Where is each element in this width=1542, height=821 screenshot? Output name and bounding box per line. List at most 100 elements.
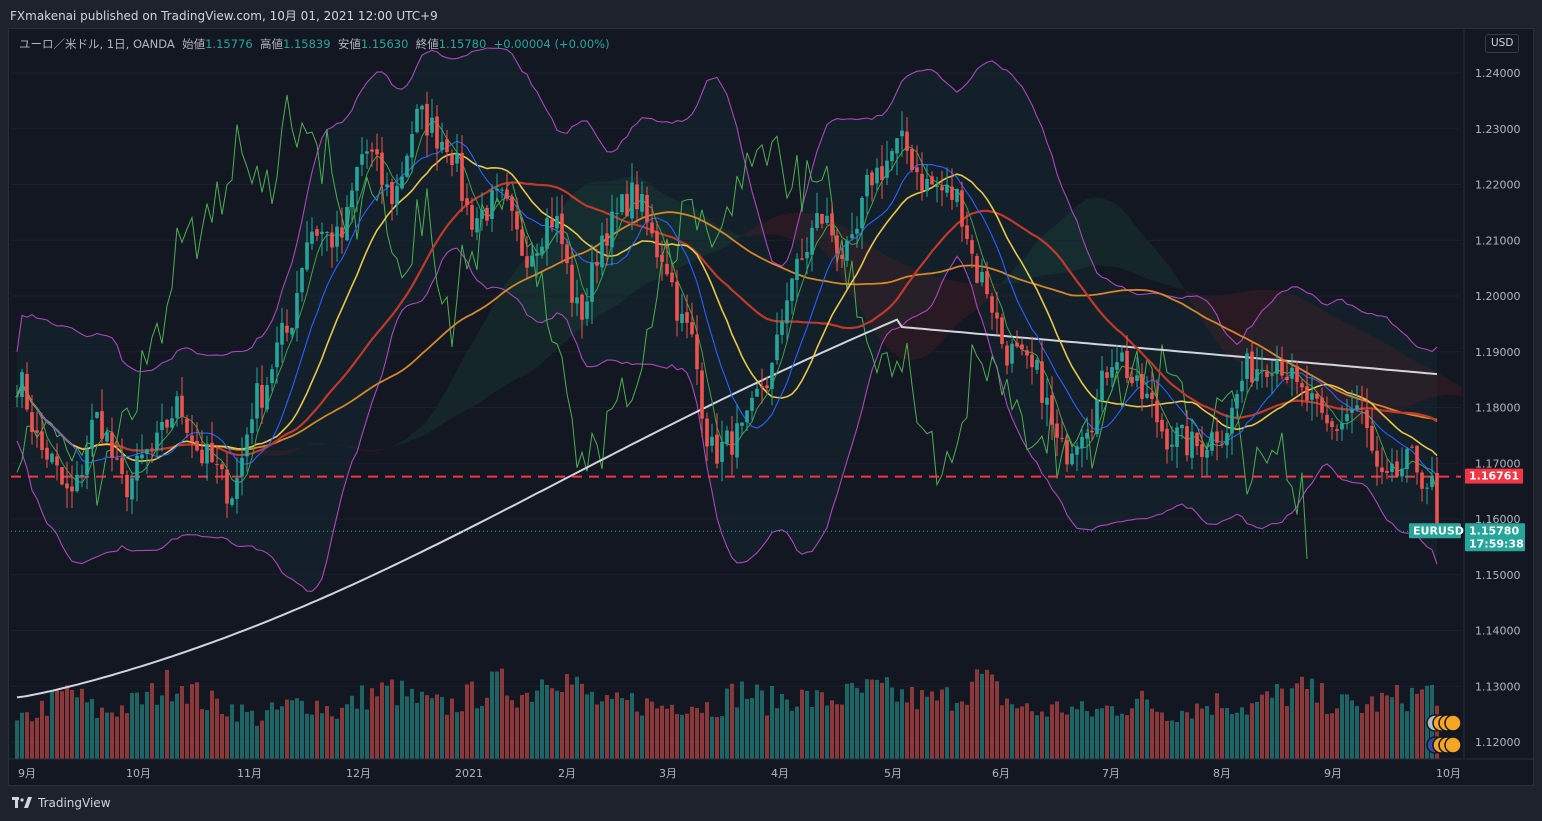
symbol-name[interactable]: ユーロ／米ドル, 1日, OANDA bbox=[19, 37, 175, 51]
candle-body bbox=[1190, 431, 1194, 458]
ichimoku-cloud-segment bbox=[1412, 359, 1417, 406]
tradingview-brand[interactable]: TradingView bbox=[12, 796, 111, 810]
ichimoku-cloud-segment bbox=[1057, 219, 1062, 274]
volume-bar bbox=[205, 710, 209, 759]
candle-body bbox=[670, 272, 674, 283]
volume-bar bbox=[665, 708, 669, 759]
volume-bar bbox=[875, 679, 879, 759]
candle-body bbox=[520, 229, 524, 256]
symbol-tag: EURUSD bbox=[1409, 523, 1464, 539]
candle-body bbox=[585, 301, 589, 319]
candle-body bbox=[1125, 350, 1129, 378]
volume-bar bbox=[795, 706, 799, 759]
volume-bar bbox=[1305, 689, 1309, 759]
support-price-tag-text: 1.16761 bbox=[1469, 470, 1519, 483]
ichimoku-cloud-segment bbox=[1162, 257, 1167, 285]
x-tick-label: 9月 bbox=[1324, 767, 1342, 780]
ichimoku-cloud-segment bbox=[862, 239, 867, 320]
candle-body bbox=[105, 432, 109, 442]
volume-bar bbox=[1140, 690, 1144, 759]
candle-body bbox=[910, 149, 914, 170]
volume-bar bbox=[860, 692, 864, 759]
ichimoku-cloud-segment bbox=[682, 202, 687, 267]
candle-body bbox=[800, 258, 804, 260]
ichimoku-cloud-segment bbox=[1042, 232, 1047, 276]
volume-bar bbox=[810, 707, 814, 759]
volume-bar bbox=[440, 697, 444, 759]
price-chart-svg[interactable]: 1.24000 1.23000 1.22000 1.21000 1.20000 1.190… bbox=[9, 29, 1534, 786]
ichimoku-cloud-segment bbox=[1107, 200, 1112, 267]
ichimoku-cloud-segment bbox=[947, 279, 952, 336]
volume-bar bbox=[235, 721, 239, 759]
currency-button[interactable]: USD bbox=[1485, 34, 1520, 53]
x-tick-label: 10月 bbox=[126, 767, 151, 780]
candle-body bbox=[1320, 397, 1324, 413]
volume-bar bbox=[1400, 703, 1404, 759]
volume-bar bbox=[985, 669, 989, 759]
volume-bar bbox=[50, 690, 54, 759]
candle-body bbox=[200, 449, 204, 464]
volume-bar bbox=[675, 714, 679, 759]
volume-bar bbox=[210, 690, 214, 759]
candle-body bbox=[1310, 393, 1314, 400]
volume-bar bbox=[465, 684, 469, 759]
volume-bar bbox=[530, 701, 534, 759]
volume-bar bbox=[1205, 706, 1209, 759]
current-price-tag-text: 1.15780 bbox=[1469, 524, 1519, 537]
volume-bar bbox=[65, 685, 69, 759]
ichimoku-cloud-segment bbox=[967, 283, 972, 317]
volume-bar bbox=[705, 702, 709, 759]
volume-bar bbox=[420, 691, 424, 759]
x-tick-label: 2021 bbox=[455, 767, 483, 780]
volume-bar bbox=[1115, 715, 1119, 759]
candle-body bbox=[1405, 448, 1409, 469]
ichimoku-cloud-segment bbox=[1232, 292, 1237, 361]
tradingview-brand-text: TradingView bbox=[38, 796, 111, 810]
candle-body bbox=[1220, 443, 1224, 445]
volume-bar bbox=[80, 688, 84, 759]
candle-body bbox=[695, 334, 699, 370]
ichimoku-cloud-segment bbox=[372, 449, 377, 452]
y-tick-label: 1.21000 bbox=[1475, 234, 1521, 247]
volume-bar bbox=[655, 708, 659, 759]
volume-bar bbox=[1240, 707, 1244, 759]
ichimoku-cloud-segment bbox=[1172, 270, 1177, 288]
candle-body bbox=[1355, 405, 1359, 409]
y-tick-label: 1.14000 bbox=[1475, 625, 1521, 638]
ichimoku-cloud-segment bbox=[522, 256, 527, 377]
volume-bar bbox=[330, 716, 334, 759]
volume-bar bbox=[1245, 714, 1249, 759]
candle-body bbox=[575, 297, 579, 304]
ichimoku-cloud-segment bbox=[867, 242, 872, 328]
volume-bar bbox=[1190, 718, 1194, 759]
volume-bar bbox=[180, 686, 184, 759]
volume-bar bbox=[520, 694, 524, 759]
candle-body bbox=[155, 432, 159, 451]
chart-panel[interactable]: 1.24000 1.23000 1.22000 1.21000 1.20000 1.190… bbox=[8, 28, 1534, 786]
volume-bar bbox=[215, 698, 219, 759]
volume-bar bbox=[300, 700, 304, 759]
volume-bar bbox=[825, 705, 829, 759]
volume-bar bbox=[1095, 708, 1099, 759]
volume-bar bbox=[145, 691, 149, 759]
ichimoku-cloud-segment bbox=[497, 289, 502, 391]
ichimoku-cloud-segment bbox=[482, 317, 487, 401]
ichimoku-cloud-segment bbox=[1327, 312, 1332, 407]
candle-body bbox=[170, 418, 174, 428]
ichimoku-cloud-segment bbox=[1227, 293, 1232, 358]
candle-body bbox=[145, 449, 149, 454]
candle-body bbox=[705, 418, 709, 447]
candle-body bbox=[305, 242, 309, 270]
open-value: 1.15776 bbox=[205, 37, 253, 51]
ichimoku-cloud-segment bbox=[1117, 205, 1122, 269]
candle-body bbox=[1365, 409, 1369, 429]
ichimoku-cloud-segment bbox=[1362, 331, 1367, 424]
volume-bar bbox=[1285, 705, 1289, 759]
volume-bar bbox=[1035, 715, 1039, 759]
candle-body bbox=[1020, 344, 1024, 350]
volume-bar bbox=[1025, 703, 1029, 759]
volume-bar bbox=[1220, 708, 1224, 759]
volume-bar bbox=[980, 673, 984, 759]
candle-body bbox=[15, 396, 19, 398]
ichimoku-cloud-segment bbox=[767, 218, 772, 235]
